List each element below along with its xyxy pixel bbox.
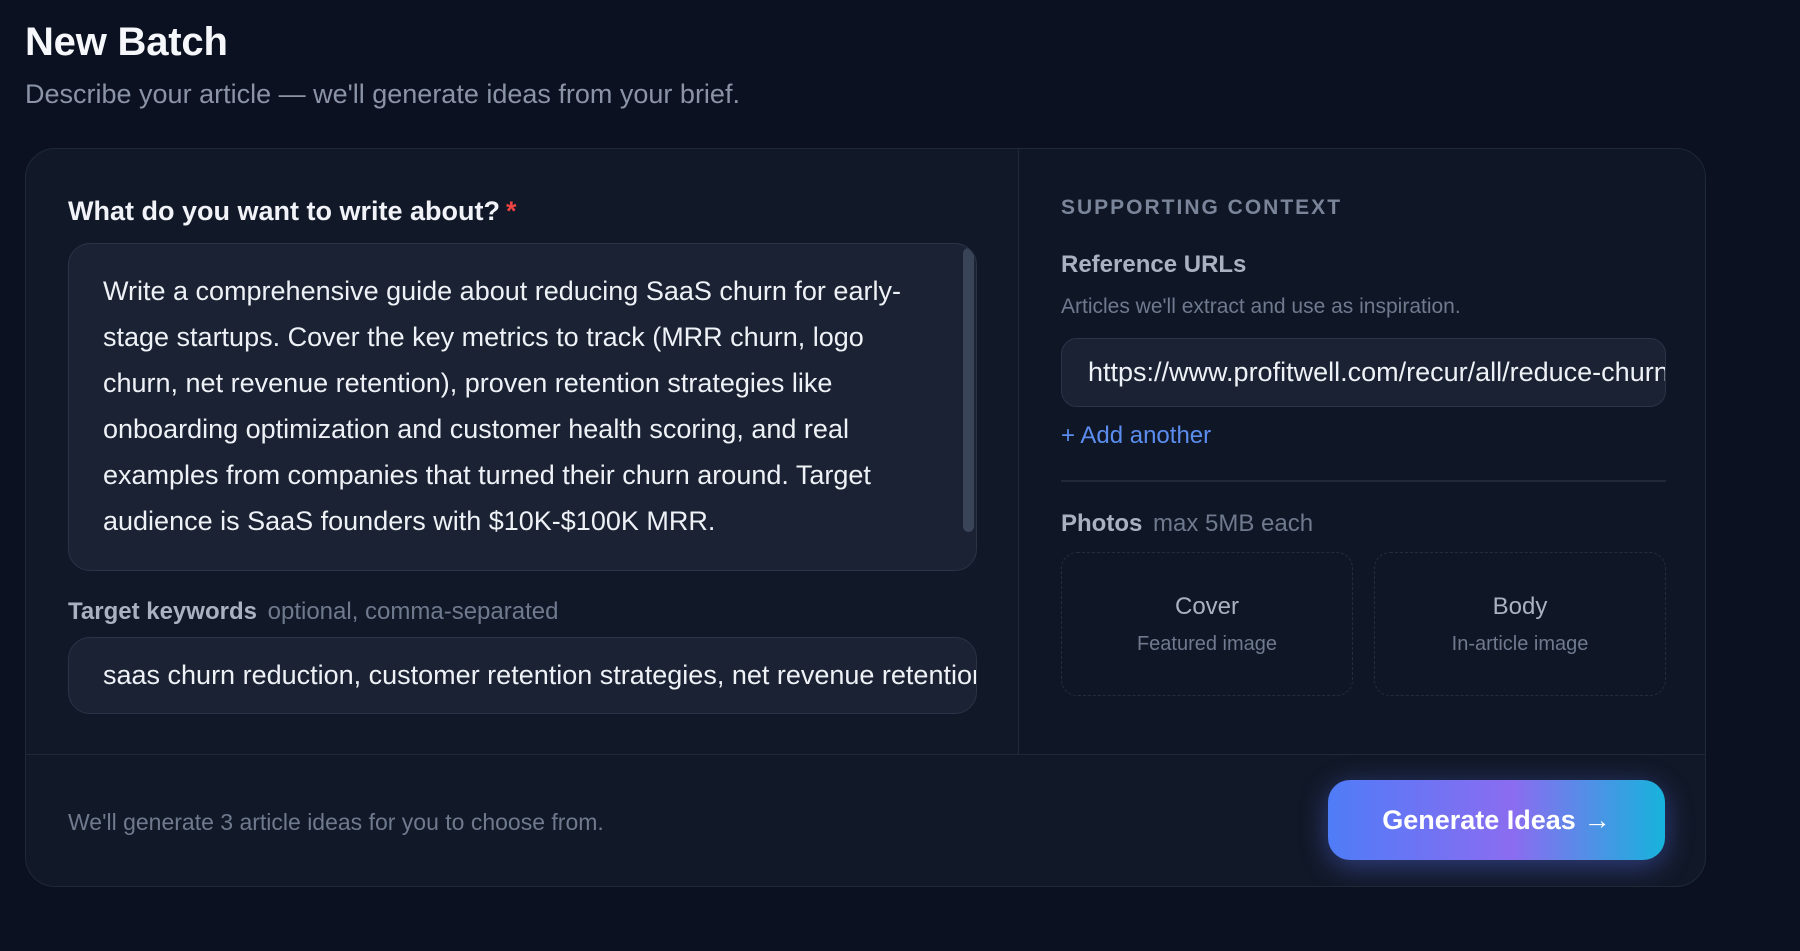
keywords-label-text: Target keywords [68,598,257,625]
cover-title: Cover [1174,593,1240,620]
page-subtitle: Describe your article — we'll generate i… [25,79,740,109]
textarea-scrollbar[interactable] [963,248,974,532]
divider [1061,480,1666,482]
footer-note: We'll generate 3 article ideas for you t… [68,809,604,835]
topic-label-text: What do you want to write about? [68,196,500,226]
cover-image-dropzone[interactable]: Cover Featured image [1061,552,1353,696]
topic-textarea-value[interactable]: Write a comprehensive guide about reduci… [103,268,923,544]
keywords-hint: optional, comma-separated [267,598,559,625]
add-another-url-link[interactable]: + Add another [1061,422,1211,450]
photos-label: Photos max 5MB each [1061,510,1313,538]
topic-label: What do you want to write about? * [68,196,516,227]
keywords-label: Target keywords optional, comma-separate… [68,598,558,626]
new-batch-page: New Batch Describe your article — we'll … [0,0,1800,951]
supporting-context-panel: SUPPORTING CONTEXT Reference URLs Articl… [1018,149,1705,754]
page-title: New Batch [25,20,228,64]
supporting-context-heading: SUPPORTING CONTEXT [1061,196,1343,219]
photos-label-text: Photos [1061,510,1143,537]
body-image-dropzone[interactable]: Body In-article image [1374,552,1666,696]
required-marker: * [505,196,517,226]
body-title: Body [1492,593,1548,620]
cover-subtitle: Featured image [1136,633,1278,655]
keywords-input[interactable]: saas churn reduction, customer retention… [68,637,977,714]
generate-ideas-label: Generate Ideas [1382,804,1576,835]
topic-textarea[interactable]: Write a comprehensive guide about reduci… [68,243,977,571]
reference-urls-hint: Articles we'll extract and use as inspir… [1061,295,1461,318]
generate-ideas-button[interactable]: Generate Ideas → [1328,780,1665,860]
brief-section: What do you want to write about? * Write … [26,149,1018,754]
form-footer: We'll generate 3 article ideas for you t… [26,754,1705,886]
body-subtitle: In-article image [1451,633,1589,655]
arrow-right-icon: → [1583,804,1611,835]
photos-hint: max 5MB each [1153,510,1314,537]
reference-url-input[interactable]: https://www.profitwell.com/recur/all/red… [1061,338,1666,407]
batch-form-card: What do you want to write about? * Write … [25,148,1706,887]
reference-urls-label: Reference URLs [1061,251,1247,278]
